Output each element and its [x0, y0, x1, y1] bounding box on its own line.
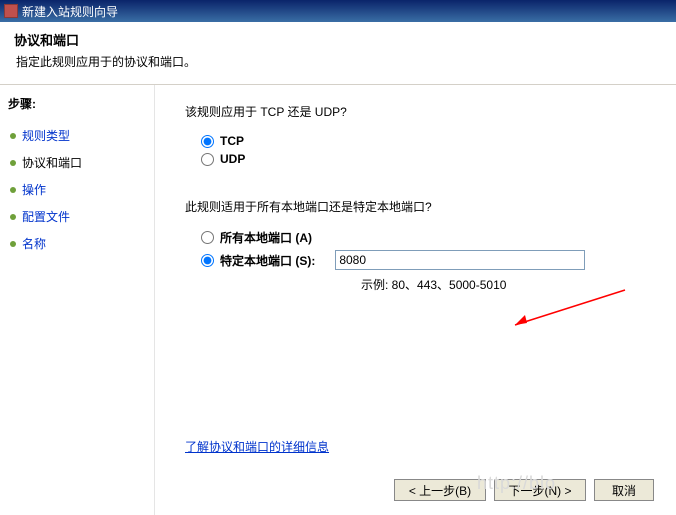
radio-all-ports-row[interactable]: 所有本地端口 (A): [201, 229, 656, 246]
page-title: 协议和端口: [14, 30, 662, 49]
button-bar: < 上一步(B) 下一步(N) > 取消: [394, 479, 654, 501]
steps-sidebar: 步骤: 规则类型 协议和端口 操作 配置文件 名称: [0, 85, 155, 515]
radio-udp-row[interactable]: UDP: [201, 152, 656, 166]
titlebar-icon: [4, 4, 18, 18]
cancel-button[interactable]: 取消: [594, 479, 654, 501]
bullet-icon: [10, 133, 16, 139]
question-ports: 此规则适用于所有本地端口还是特定本地端口?: [185, 198, 656, 215]
port-example: 示例: 80、443、5000-5010: [361, 276, 506, 293]
page-desc: 指定此规则应用于的协议和端口。: [16, 53, 662, 70]
bullet-icon: [10, 187, 16, 193]
step-name[interactable]: 名称: [8, 230, 146, 257]
next-button[interactable]: 下一步(N) >: [494, 479, 586, 501]
bullet-icon: [10, 214, 16, 220]
main-panel: 该规则应用于 TCP 还是 UDP? TCP UDP 此规则适用于所有本地端口还…: [155, 85, 676, 515]
bullet-icon: [10, 160, 16, 166]
radio-udp-label: UDP: [220, 152, 245, 166]
radio-tcp-row[interactable]: TCP: [201, 134, 656, 148]
radio-udp[interactable]: [201, 153, 214, 166]
radio-all-ports[interactable]: [201, 231, 214, 244]
bullet-icon: [10, 241, 16, 247]
step-label: 配置文件: [22, 208, 70, 225]
steps-label: 步骤:: [8, 95, 146, 112]
step-rule-type[interactable]: 规则类型: [8, 122, 146, 149]
back-button[interactable]: < 上一步(B): [394, 479, 486, 501]
radio-specific-ports-row[interactable]: 特定本地端口 (S):: [201, 250, 656, 270]
wizard-header: 协议和端口 指定此规则应用于的协议和端口。: [0, 22, 676, 85]
radio-tcp[interactable]: [201, 135, 214, 148]
radio-tcp-label: TCP: [220, 134, 244, 148]
radio-specific-ports[interactable]: [201, 254, 214, 267]
step-protocol-port[interactable]: 协议和端口: [8, 149, 146, 176]
window-title: 新建入站规则向导: [22, 3, 118, 20]
step-label: 操作: [22, 181, 46, 198]
radio-all-ports-label: 所有本地端口 (A): [220, 229, 312, 246]
step-action[interactable]: 操作: [8, 176, 146, 203]
titlebar: 新建入站规则向导: [0, 0, 676, 22]
radio-specific-ports-label: 特定本地端口 (S):: [220, 252, 315, 269]
port-input[interactable]: [335, 250, 585, 270]
question-protocol: 该规则应用于 TCP 还是 UDP?: [185, 103, 656, 120]
wizard-body: 步骤: 规则类型 协议和端口 操作 配置文件 名称 该规则应用于 TCP 还是 …: [0, 85, 676, 515]
learn-more-link[interactable]: 了解协议和端口的详细信息: [185, 438, 329, 455]
step-label: 规则类型: [22, 127, 70, 144]
step-profile[interactable]: 配置文件: [8, 203, 146, 230]
step-label: 协议和端口: [22, 154, 82, 171]
step-label: 名称: [22, 235, 46, 252]
